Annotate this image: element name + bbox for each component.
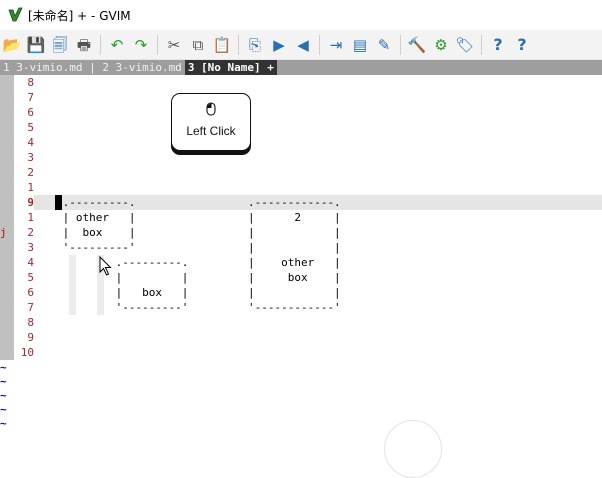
click-label: Left Click <box>186 124 236 138</box>
line-number: 10 <box>20 346 34 359</box>
line-number: 1 <box>27 181 34 194</box>
toolbar-separator <box>100 34 101 55</box>
empty-line-tilde: ~ <box>0 417 7 430</box>
toolbar-separator <box>319 34 320 55</box>
make-icon[interactable]: 🔨 <box>407 35 427 55</box>
mouse-pointer-icon <box>99 255 113 276</box>
sign-mark: j <box>0 226 7 239</box>
text-line: | 2 | <box>247 211 341 224</box>
line-number: 2 <box>27 166 34 179</box>
line-number: 5 <box>27 121 34 134</box>
line-number: 3 <box>27 241 34 254</box>
left-click-indicator: Left Click <box>171 93 251 151</box>
find-next-icon[interactable]: ▶ <box>269 35 289 55</box>
text-line: | | <box>115 271 189 284</box>
sign-column <box>0 75 14 360</box>
copy-icon[interactable]: ⧉ <box>188 35 208 55</box>
decorative-circle <box>384 420 442 478</box>
text-line: | box | <box>115 286 189 299</box>
line-number: 4 <box>27 256 34 269</box>
run-script-icon[interactable]: ✎ <box>374 35 394 55</box>
window-title: [未命名] + - GVIM <box>28 8 131 23</box>
cut-icon[interactable]: ✂ <box>164 35 184 55</box>
line-number: 8 <box>27 76 34 89</box>
mouse-icon <box>206 101 216 116</box>
save-all-icon[interactable]: 🗐 <box>50 35 70 55</box>
text-line: | | <box>247 241 341 254</box>
text-line: .---------. <box>115 256 189 269</box>
text-line: | other | <box>247 256 341 269</box>
undo-icon[interactable]: ↶ <box>107 35 127 55</box>
line-number: 6 <box>27 286 34 299</box>
tab-line: 1 3-vimio.md | 2 3-vimio.md 3 [No Name] + <box>0 60 602 75</box>
toolbar-separator <box>157 34 158 55</box>
paste-icon[interactable]: 📋 <box>212 35 232 55</box>
save-session-icon[interactable]: ▤ <box>350 35 370 55</box>
toolbar: 📂 💾 🗐 🖶 ↶ ↷ ✂ ⧉ 📋 ⎘ ▶ ◀ ⇥ ▤ ✎ 🔨 ⚙ 🏷?? <box>0 30 602 60</box>
find-prev-icon[interactable]: ◀ <box>293 35 313 55</box>
line-number: 5 <box>27 271 34 284</box>
empty-line-tilde: ~ <box>0 375 7 388</box>
text-line: '------------' <box>247 301 341 314</box>
line-number: 4 <box>27 136 34 149</box>
text-line: | box | <box>62 226 136 239</box>
line-number: 3 <box>27 151 34 164</box>
find-replace-icon[interactable]: ⎘ <box>245 35 265 55</box>
text-line: | other | <box>62 211 136 224</box>
title-bar: [未命名] + - GVIM <box>0 0 602 30</box>
find-help-icon[interactable]: ? <box>512 35 532 55</box>
line-number: 9 <box>27 331 34 344</box>
line-number: 2 <box>27 226 34 239</box>
help-icon[interactable]: ? <box>488 35 508 55</box>
text-line: .---------. <box>62 196 136 209</box>
jump-tag-icon[interactable]: 🏷 <box>455 35 475 55</box>
visual-trail <box>69 255 76 315</box>
line-number: 8 <box>27 316 34 329</box>
text-line: '---------' <box>115 301 189 314</box>
text-line: .------------. <box>247 196 341 209</box>
empty-line-tilde: ~ <box>0 403 7 416</box>
toolbar-separator <box>238 34 239 55</box>
tab-1[interactable]: 1 3-vimio.md | 2 3-vimio.md <box>0 60 185 75</box>
open-icon[interactable]: 📂 <box>2 35 22 55</box>
save-icon[interactable]: 💾 <box>26 35 46 55</box>
line-number: 6 <box>27 106 34 119</box>
empty-line-tilde: ~ <box>0 389 7 402</box>
line-number: 1 <box>27 211 34 224</box>
text-line: | | <box>247 226 341 239</box>
toolbar-separator <box>400 34 401 55</box>
load-session-icon[interactable]: ⇥ <box>326 35 346 55</box>
text-line: | box | <box>247 271 341 284</box>
text-cursor <box>55 195 62 210</box>
empty-line-tilde: ~ <box>0 361 7 374</box>
text-line: | | <box>247 286 341 299</box>
gvim-icon <box>7 7 23 23</box>
build-tags-icon[interactable]: ⚙ <box>431 35 451 55</box>
line-number: 7 <box>27 91 34 104</box>
tab-2[interactable]: 3 [No Name] + <box>184 60 277 75</box>
print-icon[interactable]: 🖶 <box>74 35 94 55</box>
text-line: '---------' <box>62 241 136 254</box>
line-number: 7 <box>27 301 34 314</box>
toolbar-separator <box>481 34 482 55</box>
line-number: 9 <box>27 196 34 209</box>
redo-icon[interactable]: ↷ <box>131 35 151 55</box>
end-of-buffer-area: ~ ~ ~ ~ ~ <box>0 360 602 431</box>
editor-area[interactable]: 8 7 6 5 4 3 2 1 9 1 2 3 4 5 6 7 8 9 10 j .---------. | other … <box>0 75 602 360</box>
